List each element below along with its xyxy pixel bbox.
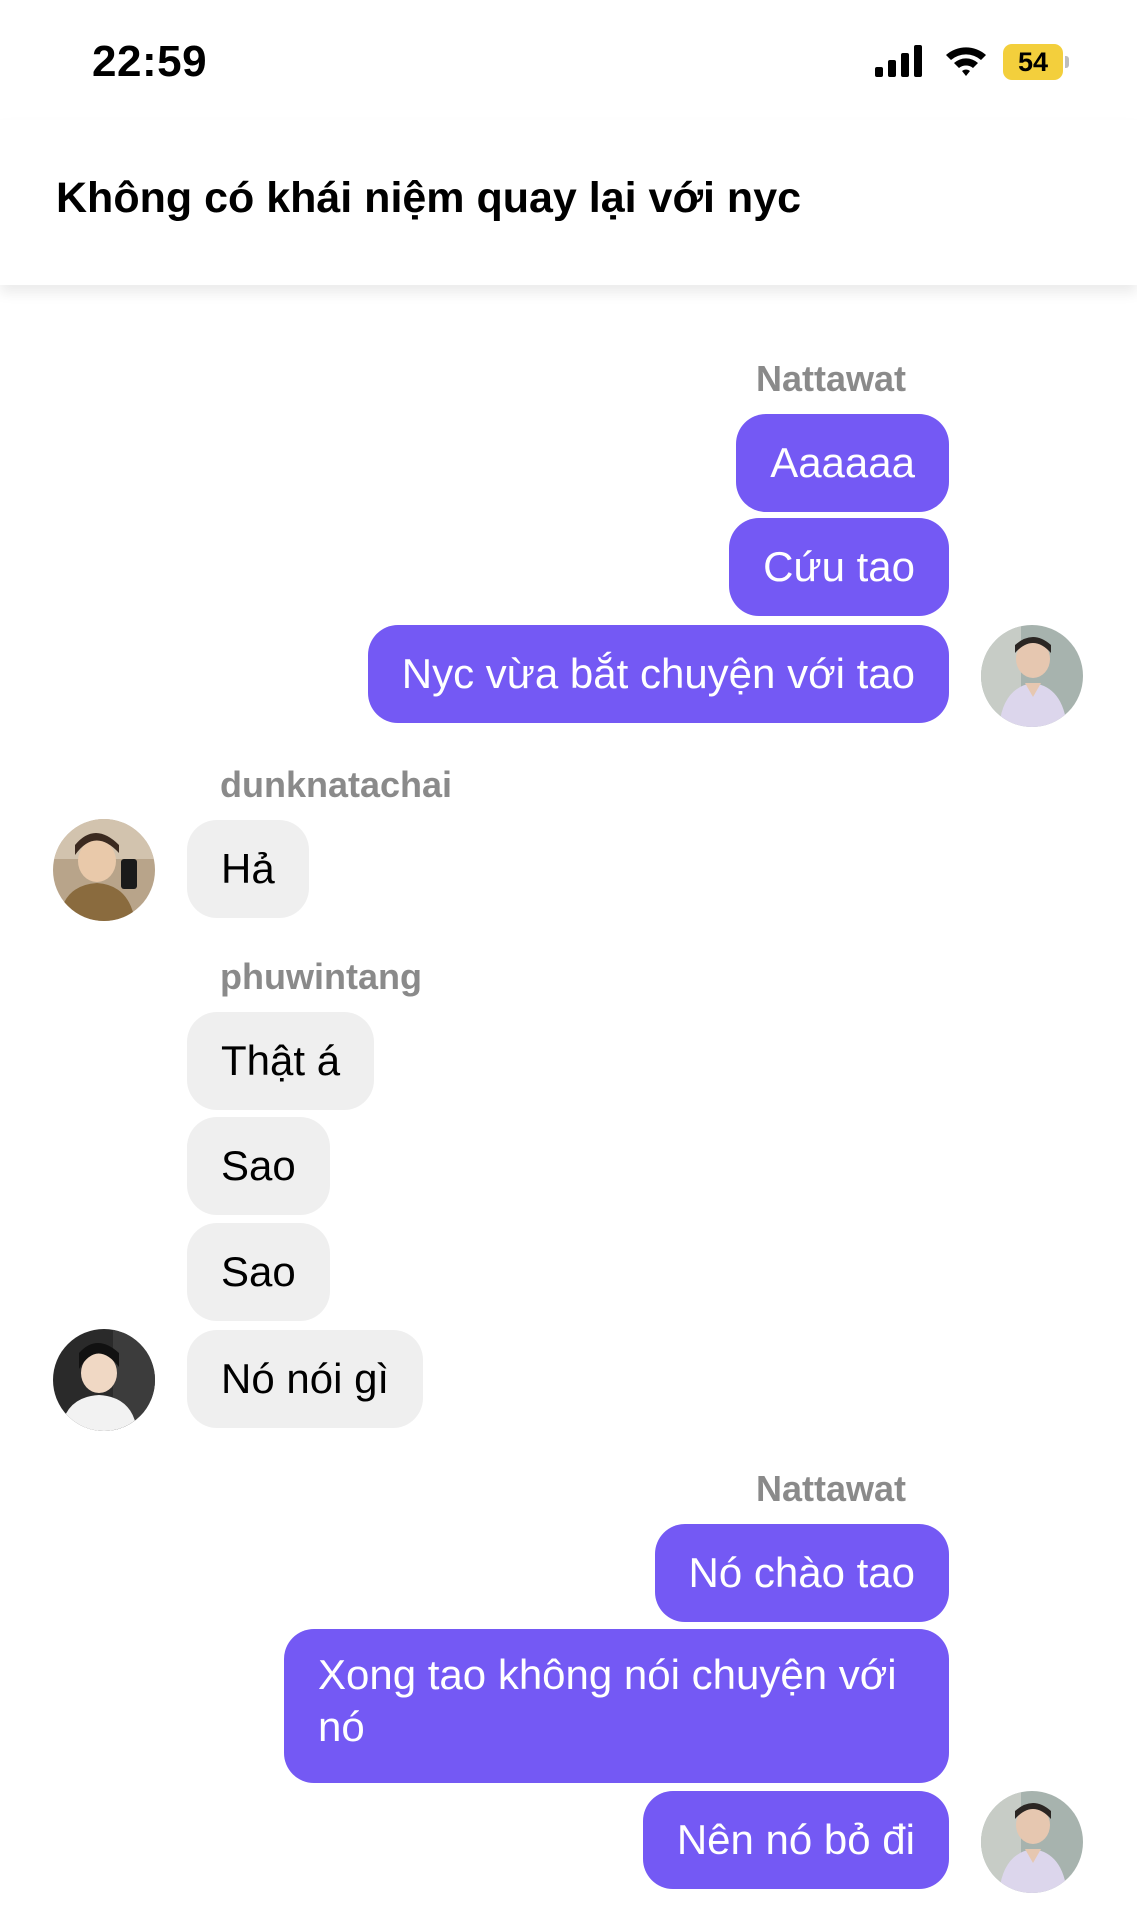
chat-title[interactable]: Không có khái niệm quay lại với nyc — [56, 174, 801, 223]
status-time: 22:59 — [92, 37, 208, 86]
avatar-photo-icon — [981, 1791, 1083, 1893]
chat-header: Không có khái niệm quay lại với nyc — [0, 120, 1137, 285]
avatar-nattawat[interactable] — [981, 1791, 1083, 1893]
message-bubble-outgoing[interactable]: Nên nó bỏ đi — [642, 1791, 949, 1889]
avatar-photo-icon — [981, 625, 1083, 727]
avatar-nattawat[interactable] — [981, 625, 1083, 727]
message-bubble-outgoing[interactable]: Nó chào tao — [654, 1524, 949, 1622]
sender-name: Nattawat — [755, 358, 906, 399]
chat-screen: 22:59 54 Không có khái niệm quay lại với… — [0, 0, 1137, 1920]
message-bubble-incoming[interactable]: Sao — [187, 1117, 330, 1215]
sender-name: dunknatachai — [220, 764, 453, 805]
avatar-phuwintang[interactable] — [53, 1329, 155, 1431]
message-bubble-incoming[interactable]: Nó nói gì — [187, 1330, 424, 1428]
avatar-photo-icon — [53, 819, 155, 921]
sender-name: Nattawat — [755, 1468, 906, 1509]
message-bubble-outgoing[interactable]: Aaaaaa — [736, 414, 949, 512]
cellular-signal-icon — [875, 45, 922, 77]
battery-icon: 54 — [1003, 44, 1069, 80]
wifi-icon — [946, 47, 986, 76]
battery-level: 54 — [1003, 44, 1063, 80]
message-bubble-incoming[interactable]: Hả — [187, 820, 309, 918]
status-bar: 22:59 54 — [0, 0, 1137, 120]
avatar-photo-icon — [53, 1329, 155, 1431]
message-bubble-outgoing[interactable]: Xong tao không nói chuyện với nó — [284, 1629, 949, 1783]
message-bubble-outgoing[interactable]: Cứu tao — [729, 518, 949, 616]
sender-name: phuwintang — [220, 956, 422, 997]
message-bubble-incoming[interactable]: Thật á — [187, 1012, 375, 1110]
message-bubble-outgoing[interactable]: Nyc vừa bắt chuyện với tao — [367, 625, 949, 723]
battery-cap — [1065, 56, 1069, 68]
message-bubble-incoming[interactable]: Sao — [187, 1223, 330, 1321]
avatar-dunknatachai[interactable] — [53, 819, 155, 921]
